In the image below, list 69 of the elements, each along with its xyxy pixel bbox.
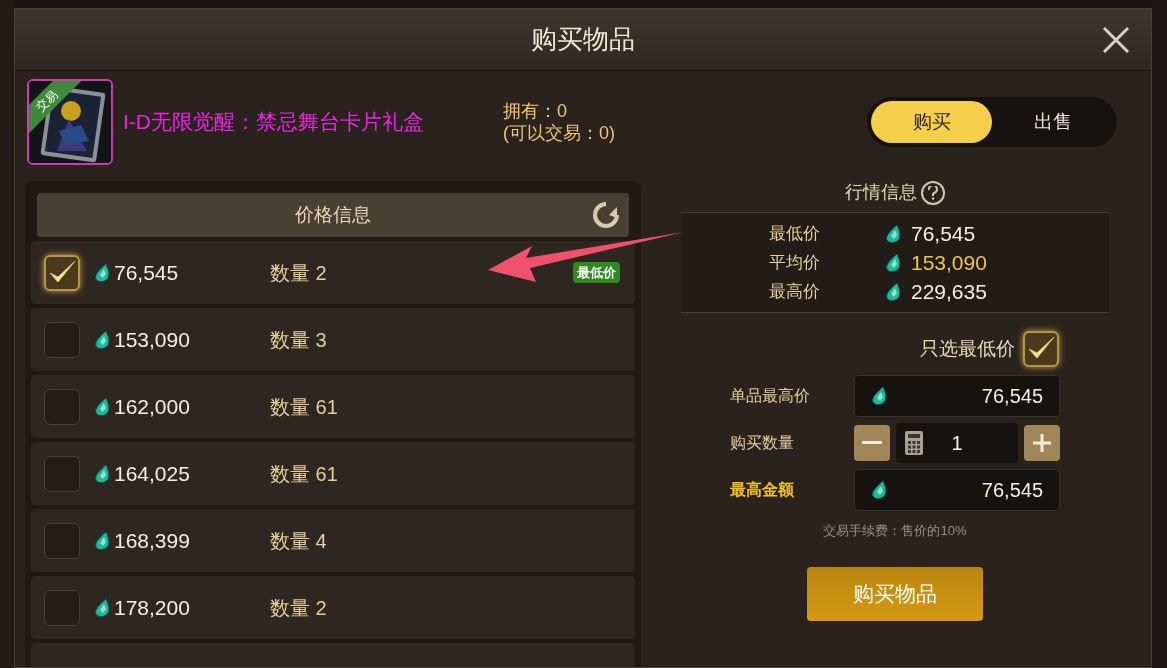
checkbox[interactable] <box>44 254 80 291</box>
gem-icon <box>94 530 110 551</box>
item-name: I-D无限觉醒：禁忌舞台卡片礼盒 <box>123 109 425 136</box>
mode-tab[interactable]: 购买 <box>871 101 992 143</box>
price-row[interactable]: 168,399 数量 4 <box>31 509 635 572</box>
quantity-text: 数量 2 <box>270 595 327 621</box>
price-text: 178,200 <box>114 594 191 621</box>
checkbox[interactable] <box>44 321 80 358</box>
owned-count: 拥有：0 <box>503 100 568 122</box>
gem-icon <box>885 252 901 273</box>
gem-icon <box>94 396 110 417</box>
unit-max-label: 单品最高价 <box>730 386 811 406</box>
checkbox[interactable] <box>44 589 80 626</box>
window-title: 购买物品 <box>531 23 635 56</box>
quantity-field[interactable]: 1 <box>896 423 1018 463</box>
gem-icon <box>94 329 110 350</box>
stat-value: 153,090 <box>911 249 988 276</box>
price-text: 76,545 <box>114 259 180 286</box>
fee-note: 交易手续费：售价的10% <box>823 522 967 540</box>
price-row[interactable]: 76,545 数量 2 最低价 <box>31 241 635 304</box>
price-row[interactable]: 164,025 数量 61 <box>31 442 635 505</box>
price-text: 168,399 <box>114 527 191 554</box>
stat-label: 平均价 <box>769 251 821 274</box>
price-row[interactable]: 153,090 数量 3 <box>31 308 635 371</box>
gem-icon <box>94 463 110 484</box>
total-field: 76,545 <box>854 469 1060 511</box>
stat-value: 229,635 <box>911 278 988 305</box>
gem-icon <box>871 480 887 500</box>
gem-icon <box>885 223 901 244</box>
close-icon <box>1101 25 1131 55</box>
gem-icon <box>871 386 887 406</box>
stat-label: 最高价 <box>769 280 821 303</box>
quantity-text: 数量 61 <box>270 394 338 420</box>
decrease-button[interactable] <box>854 425 890 461</box>
checkbox[interactable] <box>44 455 80 492</box>
quantity-text: 数量 3 <box>270 327 327 353</box>
price-text: 162,000 <box>114 393 191 420</box>
quantity-text: 数量 4 <box>270 528 327 554</box>
price-row[interactable]: 162,000 数量 61 <box>31 375 635 438</box>
unit-max-field[interactable]: 76,545 <box>854 375 1060 417</box>
refresh-button[interactable] <box>591 200 621 230</box>
help-button[interactable] <box>921 180 945 205</box>
gem-icon <box>94 597 110 618</box>
price-list-title: 价格信息 <box>295 202 371 227</box>
total-label: 最高金额 <box>730 480 795 500</box>
plus-icon <box>1032 433 1052 453</box>
stat-label: 最低价 <box>769 222 821 245</box>
price-text: 153,090 <box>114 326 191 353</box>
price-row[interactable]: 178,200 数量 2 <box>31 576 635 639</box>
help-icon <box>928 185 938 200</box>
calculator-icon <box>904 430 924 456</box>
lowest-price-badge: 最低价 <box>573 261 620 284</box>
refresh-icon <box>592 201 620 229</box>
quantity-label: 购买数量 <box>730 433 795 453</box>
stat-value: 76,545 <box>911 220 977 247</box>
checkbox[interactable] <box>44 522 80 559</box>
mode-tab[interactable]: 出售 <box>992 101 1113 143</box>
market-title: 行情信息 <box>845 181 917 204</box>
increase-button[interactable] <box>1024 425 1060 461</box>
price-text: 164,025 <box>114 460 191 487</box>
tradable-count: (可以交易：0) <box>503 122 615 144</box>
checkbox[interactable] <box>44 388 80 425</box>
gem-icon <box>885 281 901 302</box>
minus-icon <box>862 441 882 445</box>
quantity-text: 数量 2 <box>270 260 327 286</box>
gem-icon <box>94 262 110 283</box>
checkbox[interactable] <box>1023 331 1059 367</box>
lowest-only-label: 只选最低价 <box>920 336 1015 361</box>
quantity-text: 数量 61 <box>270 461 338 487</box>
